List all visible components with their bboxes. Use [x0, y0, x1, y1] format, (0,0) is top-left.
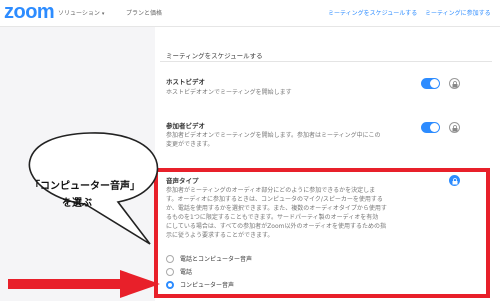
host-video-desc: ホストビデオオンでミーティングを開始します [166, 89, 292, 96]
nav-pricing[interactable]: プランと価格 [126, 8, 162, 17]
section-divider [160, 61, 492, 62]
participant-video-title: 参加者ビデオ [166, 122, 205, 130]
nav-solutions-label: ソリューション [58, 10, 100, 17]
lock-icon[interactable] [449, 78, 460, 89]
chevron-down-icon: ▾ [101, 11, 105, 17]
host-video-toggle[interactable] [421, 78, 440, 89]
top-nav-bar: zoom ソリューション ▾ プランと価格 ミーティングをスケジュールする ミー… [0, 0, 500, 27]
section-title: ミーティングをスケジュールする [166, 52, 263, 60]
participant-video-desc-2: 変更ができます。 [166, 141, 214, 148]
lock-icon[interactable] [449, 122, 460, 133]
sidebar-area [0, 27, 155, 301]
highlight-box [154, 168, 490, 298]
schedule-meeting-link[interactable]: ミーティングをスケジュールする [328, 8, 417, 17]
zoom-logo[interactable]: zoom [4, 1, 55, 24]
host-video-title: ホストビデオ [166, 78, 205, 86]
participant-video-toggle[interactable] [421, 122, 440, 133]
participant-video-desc-1: 参加者ビデオオンでミーティングを開始します。参加者はミーティング中にこの [166, 132, 381, 139]
nav-solutions[interactable]: ソリューション ▾ [58, 8, 104, 17]
join-meeting-link[interactable]: ミーティングに参加する [425, 8, 491, 17]
